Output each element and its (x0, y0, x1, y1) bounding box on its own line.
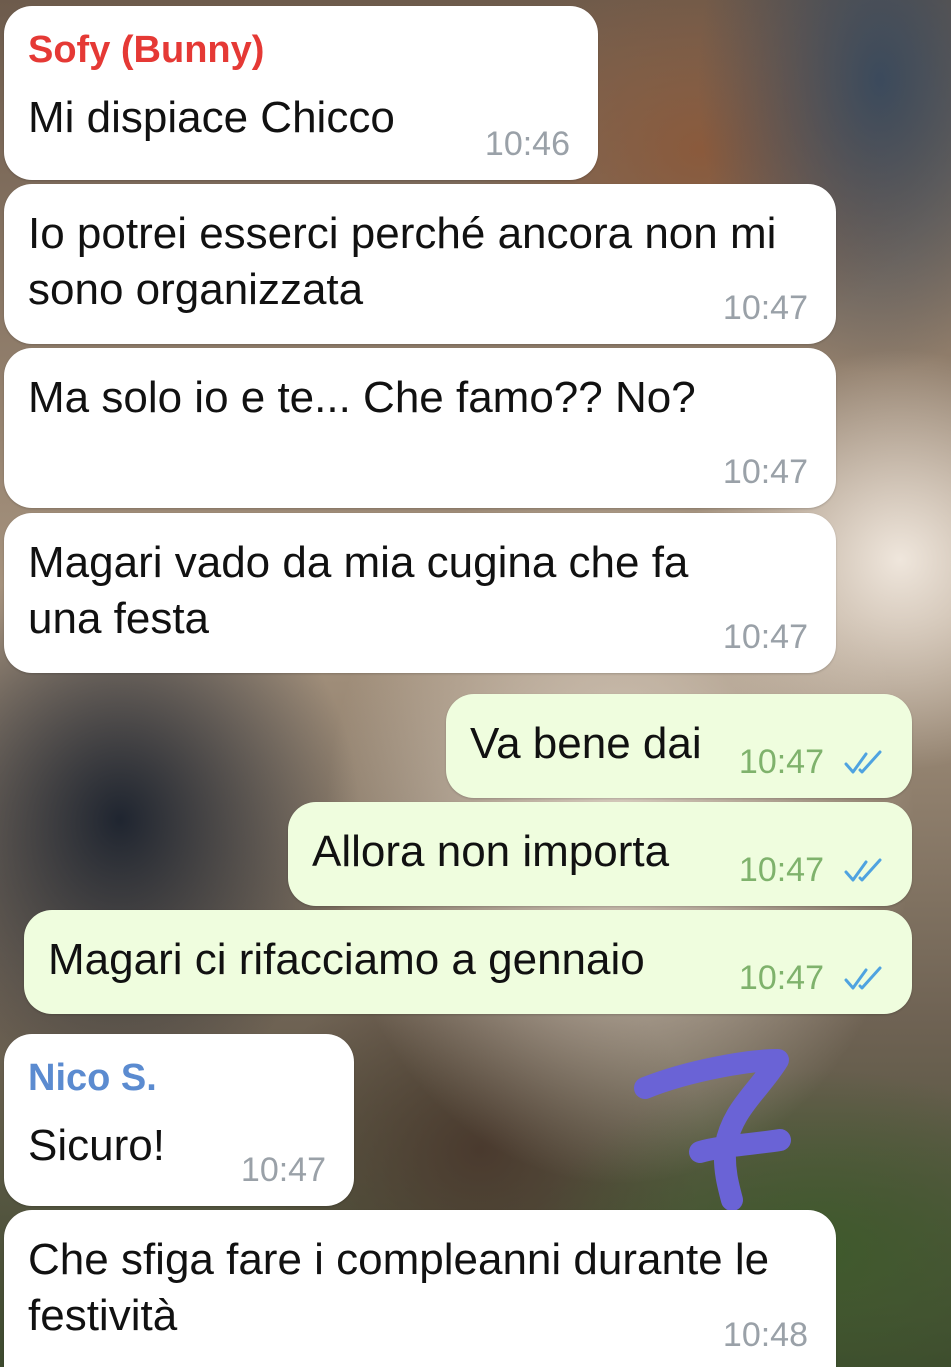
message-bubble[interactable]: Ma solo io e te... Che famo?? No? 10:47 (4, 348, 836, 508)
sender-name[interactable]: Sofy (Bunny) (28, 28, 574, 72)
message-time: 10:47 (738, 851, 824, 889)
message-time: 10:47 (722, 453, 808, 491)
double-check-icon (844, 966, 882, 990)
message-bubble[interactable]: Sofy (Bunny) Mi dispiace Chicco 10:46 (4, 6, 598, 180)
message-time: 10:48 (722, 1316, 808, 1354)
message-bubble[interactable]: Nico S. Sicuro! 10:47 (4, 1034, 354, 1206)
message-time: 10:47 (722, 618, 808, 656)
double-check-icon (844, 750, 882, 774)
message-time: 10:47 (738, 959, 824, 997)
message-text: Va bene dai (470, 719, 702, 768)
message-bubble-outgoing[interactable]: Allora non importa 10:47 (288, 802, 912, 906)
message-bubble[interactable]: Io potrei esserci perché ancora non mi s… (4, 184, 836, 344)
message-time: 10:47 (722, 289, 808, 327)
double-check-icon (844, 858, 882, 882)
message-time: 10:47 (240, 1151, 326, 1189)
message-bubble-outgoing[interactable]: Va bene dai 10:47 (446, 694, 912, 798)
sender-name[interactable]: Nico S. (28, 1056, 330, 1100)
message-time: 10:46 (484, 125, 570, 163)
message-bubble[interactable]: Magari vado da mia cugina che fa una fes… (4, 513, 836, 673)
message-bubble[interactable]: Che sfiga fare i compleanni durante le f… (4, 1210, 836, 1367)
message-text: Io potrei esserci perché ancora non mi s… (28, 209, 777, 314)
message-text: Ma solo io e te... Che famo?? No? (28, 373, 696, 422)
message-time: 10:47 (738, 743, 824, 781)
message-text: Magari vado da mia cugina che fa una fes… (28, 538, 689, 643)
message-text: Che sfiga fare i compleanni durante le f… (28, 1235, 770, 1340)
message-bubble-outgoing[interactable]: Magari ci rifacciamo a gennaio 10:47 (24, 910, 912, 1014)
